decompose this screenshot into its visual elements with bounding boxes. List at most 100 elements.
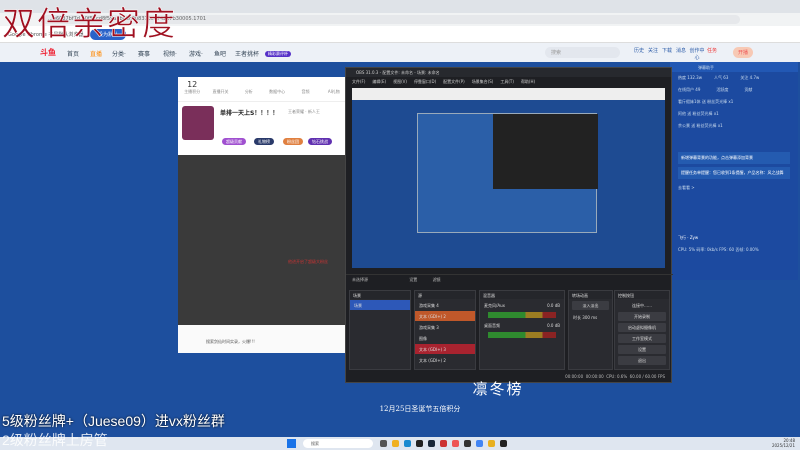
- stat-data-center[interactable]: 数据中心: [263, 77, 291, 101]
- studio-mode-button[interactable]: 工作室模式: [618, 334, 666, 343]
- menu-file[interactable]: 文件(F): [352, 79, 365, 84]
- virtual-camera-button[interactable]: 启动虚拟摄像机: [618, 323, 666, 332]
- site-logo[interactable]: 斗鱼: [40, 47, 56, 58]
- stat-live-switch[interactable]: 直播开关: [206, 77, 234, 101]
- menu-profile[interactable]: 配置文件(P): [443, 79, 465, 84]
- download-icon[interactable]: 下载: [661, 47, 673, 54]
- source-filters-button[interactable]: 滤镜: [433, 277, 441, 282]
- volume-meter[interactable]: [488, 312, 556, 318]
- task-icon[interactable]: 任务: [706, 47, 718, 54]
- nav-item[interactable]: 分类·: [112, 49, 126, 58]
- tag[interactable]: 钻石挑战: [308, 138, 332, 145]
- nav-item[interactable]: 视频·: [163, 49, 177, 58]
- source-item[interactable]: 文本 (GDI+) 2: [415, 355, 475, 365]
- source-item[interactable]: 图像: [415, 333, 475, 343]
- search-input[interactable]: 搜索: [545, 47, 620, 58]
- source-item[interactable]: 游戏采集 3: [415, 322, 475, 332]
- stat-points[interactable]: 12 主播积分: [178, 77, 206, 101]
- folder-icon[interactable]: [392, 440, 399, 447]
- no-source-label: 未选择源: [352, 277, 368, 282]
- source-toolbar: 未选择源 设置 滤镜: [346, 274, 673, 284]
- clock[interactable]: 20:48 2025/12/21: [772, 438, 795, 448]
- message: 阿他 送 粉丝荧光棒 x1: [678, 111, 719, 116]
- streamer-stats: 12 主播积分 直播开关 分析 数据中心 音频 AI礼物: [178, 77, 348, 102]
- stat-audio[interactable]: 音频: [291, 77, 319, 101]
- app-icon[interactable]: [440, 440, 447, 447]
- settings-button[interactable]: 设置: [618, 345, 666, 354]
- exit-button[interactable]: 退出: [618, 356, 666, 365]
- app-icon[interactable]: [464, 440, 471, 447]
- notice: 新增弹幕背景的功能，点击弹幕添加背景: [678, 152, 790, 164]
- dock-title: 场景: [350, 291, 410, 299]
- menu-help[interactable]: 帮助(H): [521, 79, 535, 84]
- tab-online[interactable]: 在线用户 49: [678, 87, 700, 93]
- creator-icon[interactable]: 创作中心: [689, 47, 705, 61]
- footer-user: 飞行 · Zyw: [678, 235, 699, 240]
- menu-view[interactable]: 视图(V): [393, 79, 407, 84]
- scene-item[interactable]: 场景: [350, 300, 410, 310]
- message-icon[interactable]: 消息: [675, 47, 687, 54]
- sources-dock: 源 游戏采集 4 文本 (GDI+) 2 游戏采集 3 图像 文本 (GDI+)…: [414, 290, 476, 370]
- event-banner: 凛冬榜: [472, 380, 524, 398]
- mixer-channel-name: 麦克风/Aux 0.0 dB: [484, 303, 560, 308]
- go-live-button[interactable]: 开播: [733, 47, 754, 58]
- app-icon[interactable]: [488, 440, 495, 447]
- app-icon[interactable]: [500, 440, 507, 447]
- menu-tools[interactable]: 工具(T): [500, 79, 514, 84]
- dock-title: 源: [415, 291, 475, 299]
- nav-item[interactable]: 首页: [67, 49, 79, 58]
- start-recording-button[interactable]: 开始录制: [618, 312, 666, 321]
- transitions-dock: 转场动画 淡入淡出 时长 300 ms: [568, 290, 613, 370]
- app-icon[interactable]: [452, 440, 459, 447]
- nav-item[interactable]: 游戏·: [189, 49, 203, 58]
- obs-menubar: 文件(F) 编辑(E) 视图(V) 停靠窗口(D) 配置文件(P) 场景集合(S…: [346, 77, 671, 86]
- promo-badge[interactable]: 精彩赛评杯: [265, 51, 291, 57]
- site-nav: 斗鱼 首页 直播 分类· 赛事 视频· 游戏· 鱼吧 王者挑杯 精彩赛评杯 搜索…: [0, 43, 800, 62]
- nav-item[interactable]: 鱼吧: [214, 49, 226, 58]
- stat-ai-gift[interactable]: AI礼物: [320, 77, 348, 101]
- obs-preview[interactable]: [352, 88, 665, 268]
- nav-item[interactable]: 赛事: [138, 49, 150, 58]
- dock-title: 转场动画: [569, 291, 612, 299]
- chrome-icon[interactable]: [476, 440, 483, 447]
- nav-item[interactable]: 王者挑杯: [235, 49, 259, 58]
- see-more-link[interactable]: 去看看 >: [670, 182, 798, 194]
- nav-item[interactable]: 直播: [90, 49, 102, 58]
- tag[interactable]: 礼物榜: [254, 138, 274, 145]
- notice: 提醒任务单提醒：您已收到1条提醒，产品名称：风之战舞: [678, 167, 790, 179]
- video-area: [178, 155, 348, 325]
- overlay-bottom-text-2: 2级粉丝牌上房管: [2, 432, 108, 448]
- steam-icon[interactable]: [428, 440, 435, 447]
- event-subtitle: 12月25日圣诞节五倍积分: [379, 405, 461, 413]
- source-item[interactable]: 游戏采集 4: [415, 300, 475, 310]
- transition-select[interactable]: 淡入淡出: [572, 301, 609, 310]
- tag[interactable]: 粉丝团: [283, 138, 303, 145]
- room-title: 单排一天上S！！！！: [220, 110, 279, 117]
- app-icon[interactable]: [380, 440, 387, 447]
- mixer-channel-name: 桌面音频 0.0 dB: [484, 323, 560, 328]
- source-item[interactable]: 文本 (GDI+) 2: [415, 311, 475, 321]
- overlay-top-text: 双倍亲密度: [2, 4, 177, 44]
- taskbar: 搜索 20:48 2025/12/21: [0, 437, 800, 450]
- history-icon[interactable]: 历史: [633, 47, 645, 54]
- tab-activity[interactable]: 活跃度: [716, 87, 728, 93]
- follow-icon[interactable]: 关注: [647, 47, 659, 54]
- duration-row: 时长 300 ms: [573, 315, 598, 320]
- duration-input[interactable]: 300 ms: [582, 315, 597, 320]
- obs-icon[interactable]: [416, 440, 423, 447]
- obs-title: OBS 31.0.3 - 配置文件: 未命名 - 场景: 未命名: [346, 68, 671, 77]
- stat: 人气 63: [714, 75, 729, 80]
- menu-edit[interactable]: 编辑(E): [372, 79, 386, 84]
- stat-analysis[interactable]: 分析: [235, 77, 263, 101]
- volume-meter[interactable]: [488, 332, 556, 338]
- tab-contribution[interactable]: 贡献: [744, 87, 752, 93]
- tag[interactable]: 超级贡献: [222, 138, 246, 145]
- room-info: 单排一天上S！！！！ 王者荣耀 · 新人王 超级贡献 礼物榜 粉丝团 钻石挑战: [178, 102, 348, 154]
- start-icon[interactable]: [287, 439, 296, 448]
- source-item[interactable]: 文本 (GDI+) 3: [415, 344, 475, 354]
- edge-icon[interactable]: [404, 440, 411, 447]
- menu-scene-collection[interactable]: 场景集合(S): [472, 79, 494, 84]
- source-settings-button[interactable]: 设置: [409, 277, 417, 282]
- menu-docks[interactable]: 停靠窗口(D): [414, 79, 436, 84]
- taskbar-search[interactable]: 搜索: [303, 439, 373, 448]
